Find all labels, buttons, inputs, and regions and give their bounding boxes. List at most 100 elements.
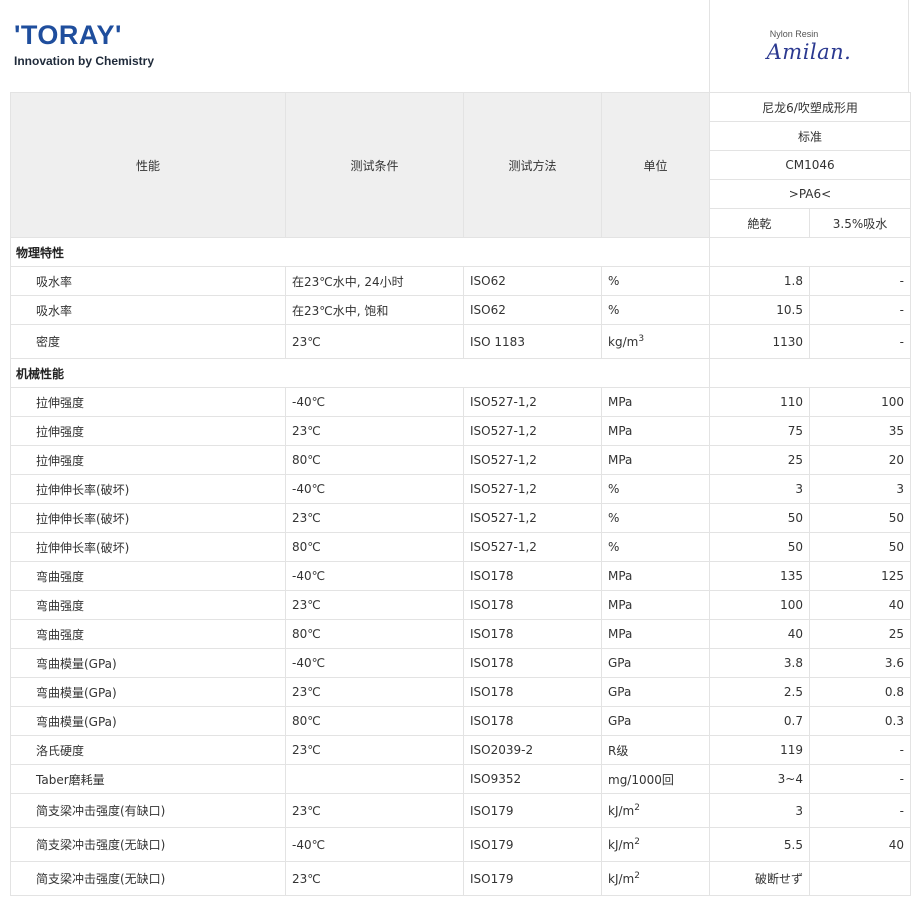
cell-method: ISO62 — [463, 266, 602, 296]
cell-property: 弯曲强度 — [10, 561, 286, 591]
cell-unit: GPa — [601, 677, 710, 707]
cell-dry-value: 110 — [709, 387, 810, 417]
cell-wet-value: - — [809, 324, 911, 359]
cell-wet-value: 0.8 — [809, 677, 911, 707]
table-row: 拉伸强度 23℃ ISO527-1,2 MPa 75 35 — [10, 416, 911, 446]
cell-method: ISO527-1,2 — [463, 474, 602, 504]
cell-method: ISO527-1,2 — [463, 532, 602, 562]
unit-text: GPa — [608, 685, 632, 699]
cell-condition: -40℃ — [285, 648, 464, 678]
section-row: 机械性能 — [10, 358, 911, 388]
cell-wet-value: 50 — [809, 503, 911, 533]
table-row: 密度 23℃ ISO 1183 kg/m3 1130- — [10, 324, 911, 359]
cell-condition: -40℃ — [285, 561, 464, 591]
cell-method: ISO178 — [463, 619, 602, 649]
cell-method: ISO178 — [463, 706, 602, 736]
cell-wet-value: - — [809, 793, 911, 828]
cell-condition: 在23℃水中, 饱和 — [285, 295, 464, 325]
cell-property: Taber磨耗量 — [10, 764, 286, 794]
cell-wet-value: 20 — [809, 445, 911, 475]
product-marking: >PA6< — [709, 179, 911, 209]
cell-wet-value: - — [809, 266, 911, 296]
table-row: 弯曲强度 80℃ ISO178 MPa 40 25 — [10, 619, 911, 649]
table-row: 拉伸伸长率(破坏) -40℃ ISO527-1,2% 3 3 — [10, 474, 911, 504]
unit-text: MPa — [608, 598, 633, 612]
table-row: 弯曲模量(GPa) -40℃ ISO178 GPa 3.8 3.6 — [10, 648, 911, 678]
product-model: CM1046 — [709, 150, 911, 180]
cell-dry-value: 119 — [709, 735, 810, 765]
cell-unit: MPa — [601, 445, 710, 475]
table-row: 简支梁冲击强度(无缺口) -40℃ ISO179 kJ/m2 5.5 40 — [10, 827, 911, 862]
cell-condition: -40℃ — [285, 474, 464, 504]
cell-unit: MPa — [601, 590, 710, 620]
cell-wet-value: - — [809, 735, 911, 765]
cell-condition: -40℃ — [285, 827, 464, 862]
cell-unit: kg/m3 — [601, 324, 710, 359]
cell-property: 洛氏硬度 — [10, 735, 286, 765]
cell-dry-value: 50 — [709, 532, 810, 562]
cell-condition: 80℃ — [285, 532, 464, 562]
unit-exponent: 2 — [634, 836, 640, 847]
cell-method: ISO527-1,2 — [463, 445, 602, 475]
cell-property: 简支梁冲击强度(无缺口) — [10, 861, 286, 896]
cell-dry-value: 0.7 — [709, 706, 810, 736]
cell-wet-value — [809, 861, 911, 896]
cell-dry-value: 75 — [709, 416, 810, 446]
unit-text: kg/m — [608, 334, 639, 349]
cell-dry-value: 2.5 — [709, 677, 810, 707]
cell-wet-value: 40 — [809, 827, 911, 862]
cell-wet-value: 50 — [809, 532, 911, 562]
cell-property: 拉伸强度 — [10, 387, 286, 417]
cell-dry-value: 1.8 — [709, 266, 810, 296]
unit-text: kJ/m — [608, 871, 635, 886]
unit-text: MPa — [608, 453, 633, 467]
cell-method: ISO527-1,2 — [463, 503, 602, 533]
cell-method: ISO527-1,2 — [463, 416, 602, 446]
cell-unit: MPa — [601, 619, 710, 649]
table-row: 弯曲模量(GPa) 23℃ ISO178 GPa 2.5 0.8 — [10, 677, 911, 707]
table-body: 物理特性 吸水率 在23℃水中, 24小时 ISO62% 1.8- 吸水率 在23℃水中, … — [10, 237, 911, 896]
cell-condition: 23℃ — [285, 793, 464, 828]
cell-dry-value: 50 — [709, 503, 810, 533]
cell-wet-value: - — [809, 295, 911, 325]
cell-property: 拉伸伸长率(破坏) — [10, 532, 286, 562]
cell-unit: % — [601, 295, 710, 325]
cell-method: ISO2039-2 — [463, 735, 602, 765]
cell-method: ISO178 — [463, 561, 602, 591]
unit-text: kJ/m — [608, 803, 635, 818]
table-row: 弯曲模量(GPa) 80℃ ISO178 GPa 0.7 0.3 — [10, 706, 911, 736]
unit-text: % — [608, 511, 620, 525]
cell-property: 弯曲模量(GPa) — [10, 677, 286, 707]
cell-unit: MPa — [601, 561, 710, 591]
unit-text: R级 — [608, 743, 629, 758]
page-header: 'TORAY' Innovation by Chemistry Nylon Re… — [0, 0, 914, 92]
cell-condition — [285, 764, 464, 794]
unit-text: GPa — [608, 714, 632, 728]
table-row: 拉伸伸长率(破坏) 80℃ ISO527-1,2% 50 50 — [10, 532, 911, 562]
logo-wordmark: 'TORAY' — [14, 20, 122, 50]
cell-unit: kJ/m2 — [601, 793, 710, 828]
cell-method: ISO62 — [463, 295, 602, 325]
cell-condition: 23℃ — [285, 677, 464, 707]
section-title: 机械性能 — [10, 358, 710, 388]
cell-method: ISO9352 — [463, 764, 602, 794]
unit-text: MPa — [608, 627, 633, 641]
brand-box: Nylon Resin Amilan. — [709, 0, 909, 92]
cell-wet-value: 0.3 — [809, 706, 911, 736]
unit-exponent: 2 — [634, 870, 640, 881]
cell-method: ISO527-1,2 — [463, 387, 602, 417]
cell-unit: mg/1000回 — [601, 764, 710, 794]
table-row: 吸水率 在23℃水中, 饱和 ISO62% 10.5- — [10, 295, 911, 325]
unit-text: % — [608, 274, 620, 288]
table-row: 吸水率 在23℃水中, 24小时 ISO62% 1.8- — [10, 266, 911, 296]
cell-condition: 23℃ — [285, 416, 464, 446]
cell-property: 密度 — [10, 324, 286, 359]
cell-method: ISO178 — [463, 648, 602, 678]
cell-unit: MPa — [601, 416, 710, 446]
table-row: Taber磨耗量 ISO9352 mg/1000回 3~4- — [10, 764, 911, 794]
cell-wet-value: 40 — [809, 590, 911, 620]
section-spacer — [709, 237, 911, 267]
cell-property: 拉伸强度 — [10, 445, 286, 475]
cell-dry-value: 3~4 — [709, 764, 810, 794]
unit-text: GPa — [608, 656, 632, 670]
